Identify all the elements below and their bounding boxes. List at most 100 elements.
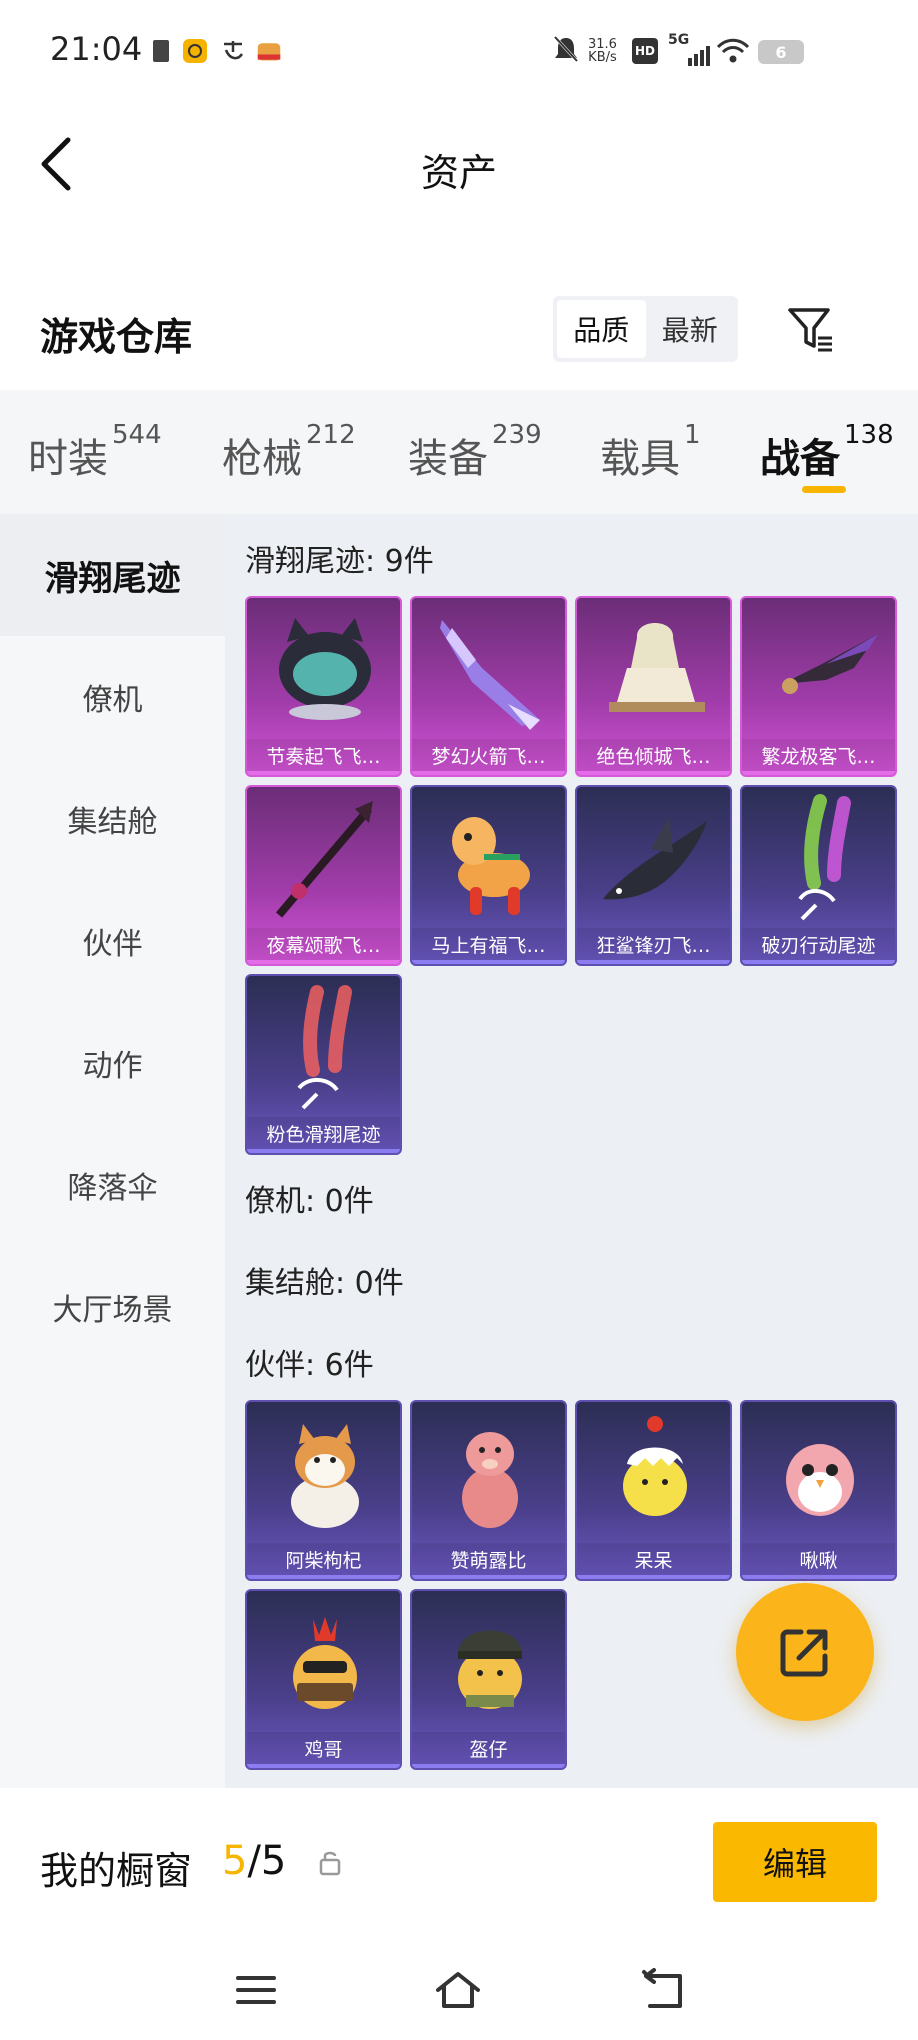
item-name: 夜幕颂歌飞… — [247, 928, 400, 964]
item-card[interactable]: 呆呆 — [575, 1400, 732, 1581]
item-card[interactable]: 鸡哥 — [245, 1589, 402, 1770]
item-name: 鸡哥 — [247, 1732, 400, 1768]
showcase-total: /5 — [247, 1838, 287, 1884]
section-title-pod: 集结舱: 0件 — [245, 1266, 404, 1301]
header: 资产 — [0, 104, 918, 224]
sidebar-item-emote[interactable]: 动作 — [0, 1002, 225, 1124]
filter-icon[interactable] — [786, 304, 836, 354]
wifi-icon — [716, 38, 750, 63]
menu-icon[interactable] — [232, 1966, 280, 2014]
tab-count: 1 — [684, 420, 701, 450]
hd-badge: HD — [632, 38, 658, 64]
shiba-app-icon — [257, 43, 281, 61]
item-card[interactable]: 粉色滑翔尾迹 — [245, 974, 402, 1155]
shiba-icon — [291, 1424, 359, 1528]
sort-by-newest-button[interactable]: 最新 — [646, 300, 735, 358]
network-speed-unit: KB/s — [588, 50, 617, 65]
tab-equipment[interactable]: 装备239 — [408, 420, 542, 484]
tab-firearms[interactable]: 枪械212 — [222, 420, 356, 484]
cat-helmet-icon — [279, 618, 371, 720]
sidebar-item-lobby-scene[interactable]: 大厅场景 — [0, 1246, 225, 1368]
item-name: 繁龙极客飞… — [742, 739, 895, 775]
sidebar-item-parachute[interactable]: 降落伞 — [0, 1124, 225, 1246]
item-card[interactable]: 盔仔 — [410, 1589, 567, 1770]
showcase-bar: 我的橱窗 5/5 编辑 — [0, 1788, 918, 1938]
item-card[interactable]: 梦幻火箭飞… — [410, 596, 567, 777]
sidebar-item-wingman[interactable]: 僚机 — [0, 636, 225, 758]
tab-count: 239 — [492, 420, 542, 450]
item-card[interactable]: 啾啾 — [740, 1400, 897, 1581]
section-title-wingman: 僚机: 0件 — [245, 1184, 374, 1219]
showcase-current: 5 — [222, 1838, 248, 1884]
showcase-count: 5/5 — [222, 1838, 286, 1884]
item-card[interactable]: 夜幕颂歌飞… — [245, 785, 402, 966]
sidebar: 滑翔尾迹 僚机 集结舱 伙伴 动作 降落伞 大厅场景 — [0, 514, 225, 1788]
item-card[interactable]: 阿柴枸杞 — [245, 1400, 402, 1581]
green-smoke-icon — [798, 794, 851, 921]
item-name: 粉色滑翔尾迹 — [247, 1117, 400, 1153]
sort-toggle: 品质 最新 — [553, 296, 738, 362]
dragon-wing-icon — [782, 634, 878, 694]
share-icon — [780, 1629, 828, 1677]
home-icon[interactable] — [434, 1966, 482, 2014]
goddess-icon — [609, 623, 705, 712]
back-nav-icon[interactable] — [640, 1966, 688, 2014]
item-card[interactable]: 繁龙极客飞… — [740, 596, 897, 777]
app-notification-icon — [183, 39, 207, 63]
item-card[interactable]: 绝色倾城飞… — [575, 596, 732, 777]
sidebar-item-glide-trail[interactable]: 滑翔尾迹 — [0, 514, 225, 636]
spear-icon — [275, 801, 373, 918]
alipay-icon — [224, 41, 244, 60]
sidebar-item-pod[interactable]: 集结舱 — [0, 758, 225, 880]
item-name: 盔仔 — [412, 1732, 565, 1768]
share-fab-button[interactable] — [736, 1583, 874, 1721]
item-name: 节奏起飞飞… — [247, 739, 400, 775]
status-bar: 21:04 31.6 KB/s HD 5G 6 — [0, 0, 918, 104]
item-card[interactable]: 节奏起飞飞… — [245, 596, 402, 777]
page-title: 资产 — [420, 151, 497, 195]
tab-label: 枪械 — [222, 436, 302, 482]
tab-readiness[interactable]: 战备138 — [760, 420, 894, 484]
lock-icon — [319, 1851, 341, 1876]
tab-label: 时装 — [28, 436, 108, 482]
item-name: 破刃行动尾迹 — [742, 928, 895, 964]
item-card[interactable]: 狂鲨锋刃飞… — [575, 785, 732, 966]
item-name: 阿柴枸杞 — [247, 1543, 400, 1579]
item-card[interactable]: 赞萌露比 — [410, 1400, 567, 1581]
sort-by-quality-button[interactable]: 品质 — [557, 300, 646, 358]
sim-card-icon — [153, 40, 169, 62]
chick-icon — [623, 1416, 687, 1516]
item-name: 梦幻火箭飞… — [412, 739, 565, 775]
sidebar-item-companion[interactable]: 伙伴 — [0, 880, 225, 1002]
network-speed: 31.6 KB/s — [588, 38, 617, 64]
item-name: 马上有福飞… — [412, 928, 565, 964]
item-name: 赞萌露比 — [412, 1543, 565, 1579]
helmet-chick-icon — [458, 1630, 522, 1709]
bird-icon — [786, 1444, 854, 1516]
section-title-companions: 伙伴: 6件 — [245, 1348, 374, 1383]
pink-smoke-icon — [297, 985, 352, 1110]
horse-icon — [452, 817, 530, 915]
battery-indicator: 6 — [758, 40, 804, 64]
mute-bell-icon — [553, 35, 579, 63]
tab-label: 战备 — [760, 436, 840, 482]
warehouse-title: 游戏仓库 — [40, 315, 193, 359]
tab-label: 载具 — [600, 436, 680, 482]
tab-vehicles[interactable]: 载具1 — [600, 420, 701, 484]
section-title-trails: 滑翔尾迹: 9件 — [245, 544, 434, 579]
item-name: 狂鲨锋刃飞… — [577, 928, 730, 964]
item-card[interactable]: 破刃行动尾迹 — [740, 785, 897, 966]
tab-count: 212 — [306, 420, 356, 450]
item-name: 呆呆 — [577, 1543, 730, 1579]
edit-button[interactable]: 编辑 — [713, 1822, 877, 1902]
beaver-icon — [462, 1432, 518, 1528]
shark-icon — [603, 817, 707, 900]
item-name: 绝色倾城飞… — [577, 739, 730, 775]
tab-fashion[interactable]: 时装544 — [28, 420, 162, 484]
signal-bars-icon — [688, 46, 710, 66]
tab-count: 544 — [112, 420, 162, 450]
item-card[interactable]: 马上有福飞… — [410, 785, 567, 966]
active-tab-indicator — [802, 486, 846, 493]
item-name: 啾啾 — [742, 1543, 895, 1579]
showcase-label: 我的橱窗 — [40, 1849, 193, 1893]
